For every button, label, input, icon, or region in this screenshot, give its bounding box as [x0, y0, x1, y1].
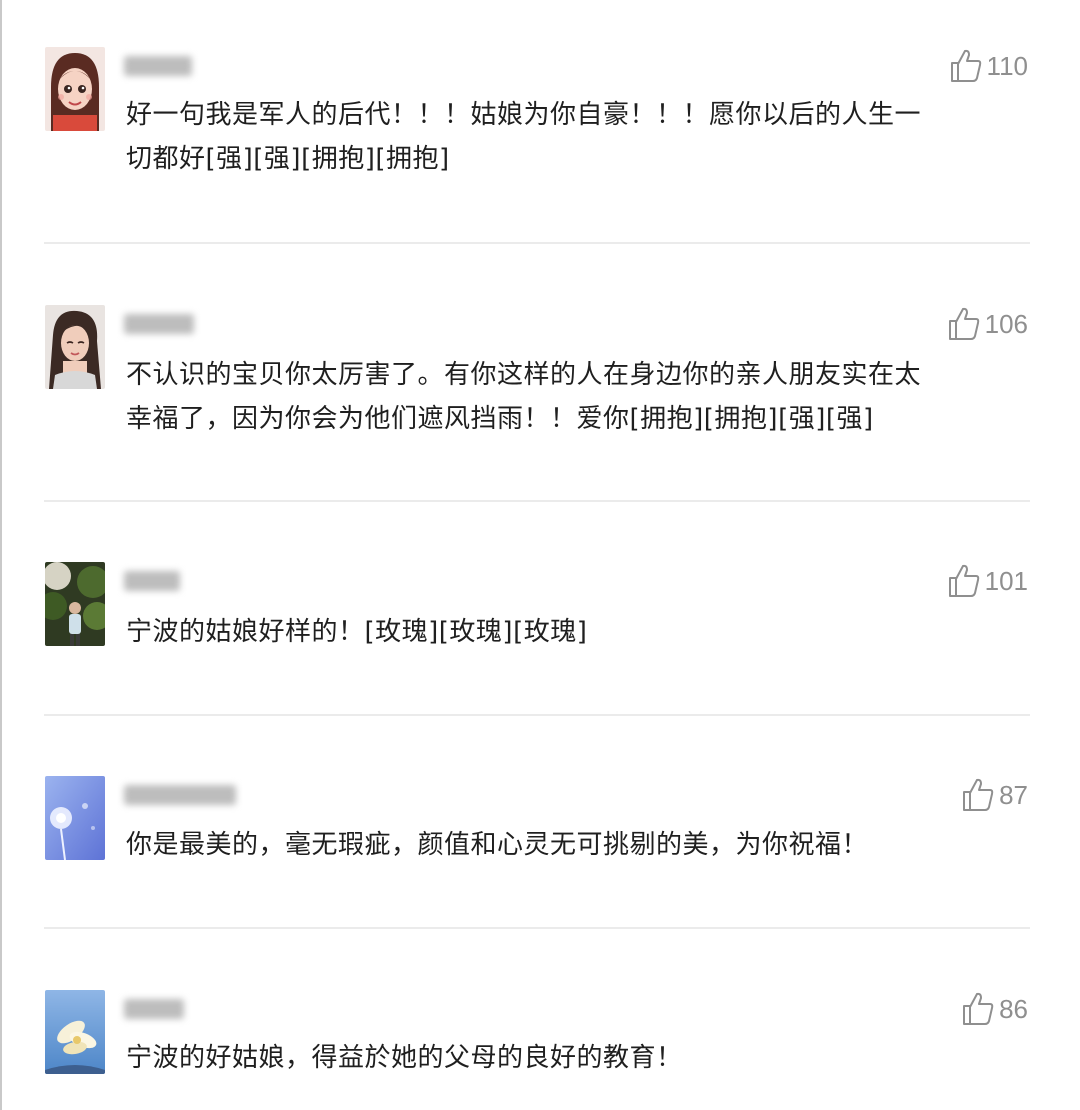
username-blurred[interactable]: [124, 779, 236, 811]
divider: [44, 714, 1030, 716]
username-blurred[interactable]: [124, 565, 180, 597]
like-button[interactable]: 106: [947, 304, 1028, 344]
like-count: 110: [986, 50, 1028, 81]
like-count: 101: [984, 565, 1028, 596]
comment-text: 不认识的宝贝你太厉害了。有你这样的人在身边你的亲人朋友实在太 幸福了，因为你会为…: [126, 353, 1016, 441]
like-button[interactable]: 86: [961, 989, 1028, 1029]
like-button[interactable]: 101: [947, 561, 1028, 601]
avatar[interactable]: [45, 990, 105, 1074]
username-blurred[interactable]: [124, 50, 192, 82]
comment-text-line: 不认识的宝贝你太厉害了。有你这样的人在身边你的亲人朋友实在太: [126, 360, 922, 390]
comment-text: 好一句我是军人的后代！！！姑娘为你自豪！！！愿你以后的人生一 切都好[强][强]…: [126, 93, 1016, 181]
comment-text-line: 宁波的好姑娘，得益於她的父母的良好的教育！: [126, 1043, 683, 1073]
thumbs-up-icon: [961, 991, 995, 1027]
comment-text-line: 你是最美的，毫无瑕疵，颜值和心灵无可挑剔的美，为你祝福！: [126, 830, 869, 860]
like-button[interactable]: 87: [961, 775, 1028, 815]
like-count: 106: [984, 308, 1028, 339]
comment-text-line: 宁波的姑娘好样的！[玫瑰][玫瑰][玫瑰]: [126, 617, 588, 647]
like-count: 86: [999, 993, 1028, 1024]
divider: [44, 242, 1030, 244]
like-button[interactable]: 110: [949, 46, 1028, 86]
comment-text: 宁波的姑娘好样的！[玫瑰][玫瑰][玫瑰]: [126, 610, 1016, 654]
avatar[interactable]: [45, 776, 105, 860]
comment-list: 110 好一句我是军人的后代！！！姑娘为你自豪！！！愿你以后的人生一 切都好[强…: [0, 0, 1080, 1110]
left-border: [0, 0, 2, 1110]
divider: [44, 927, 1030, 929]
divider: [44, 500, 1030, 502]
username-blurred[interactable]: [124, 308, 194, 340]
avatar[interactable]: [45, 47, 105, 131]
thumbs-up-icon: [961, 777, 995, 813]
avatar[interactable]: [45, 562, 105, 646]
avatar[interactable]: [45, 305, 105, 389]
thumbs-up-icon: [949, 48, 983, 84]
username-blurred[interactable]: [124, 993, 184, 1025]
comment-text-line: 切都好[强][强][拥抱][拥抱]: [126, 144, 450, 174]
comment-text: 你是最美的，毫无瑕疵，颜值和心灵无可挑剔的美，为你祝福！: [126, 823, 1016, 867]
comment-text-line: 幸福了，因为你会为他们遮风挡雨！！爱你[拥抱][拥抱][强][强]: [126, 404, 874, 434]
thumbs-up-icon: [947, 563, 981, 599]
comment-text-line: 好一句我是军人的后代！！！姑娘为你自豪！！！愿你以后的人生一: [126, 100, 922, 130]
comment-text: 宁波的好姑娘，得益於她的父母的良好的教育！: [126, 1036, 1016, 1080]
thumbs-up-icon: [947, 306, 981, 342]
like-count: 87: [999, 779, 1028, 810]
